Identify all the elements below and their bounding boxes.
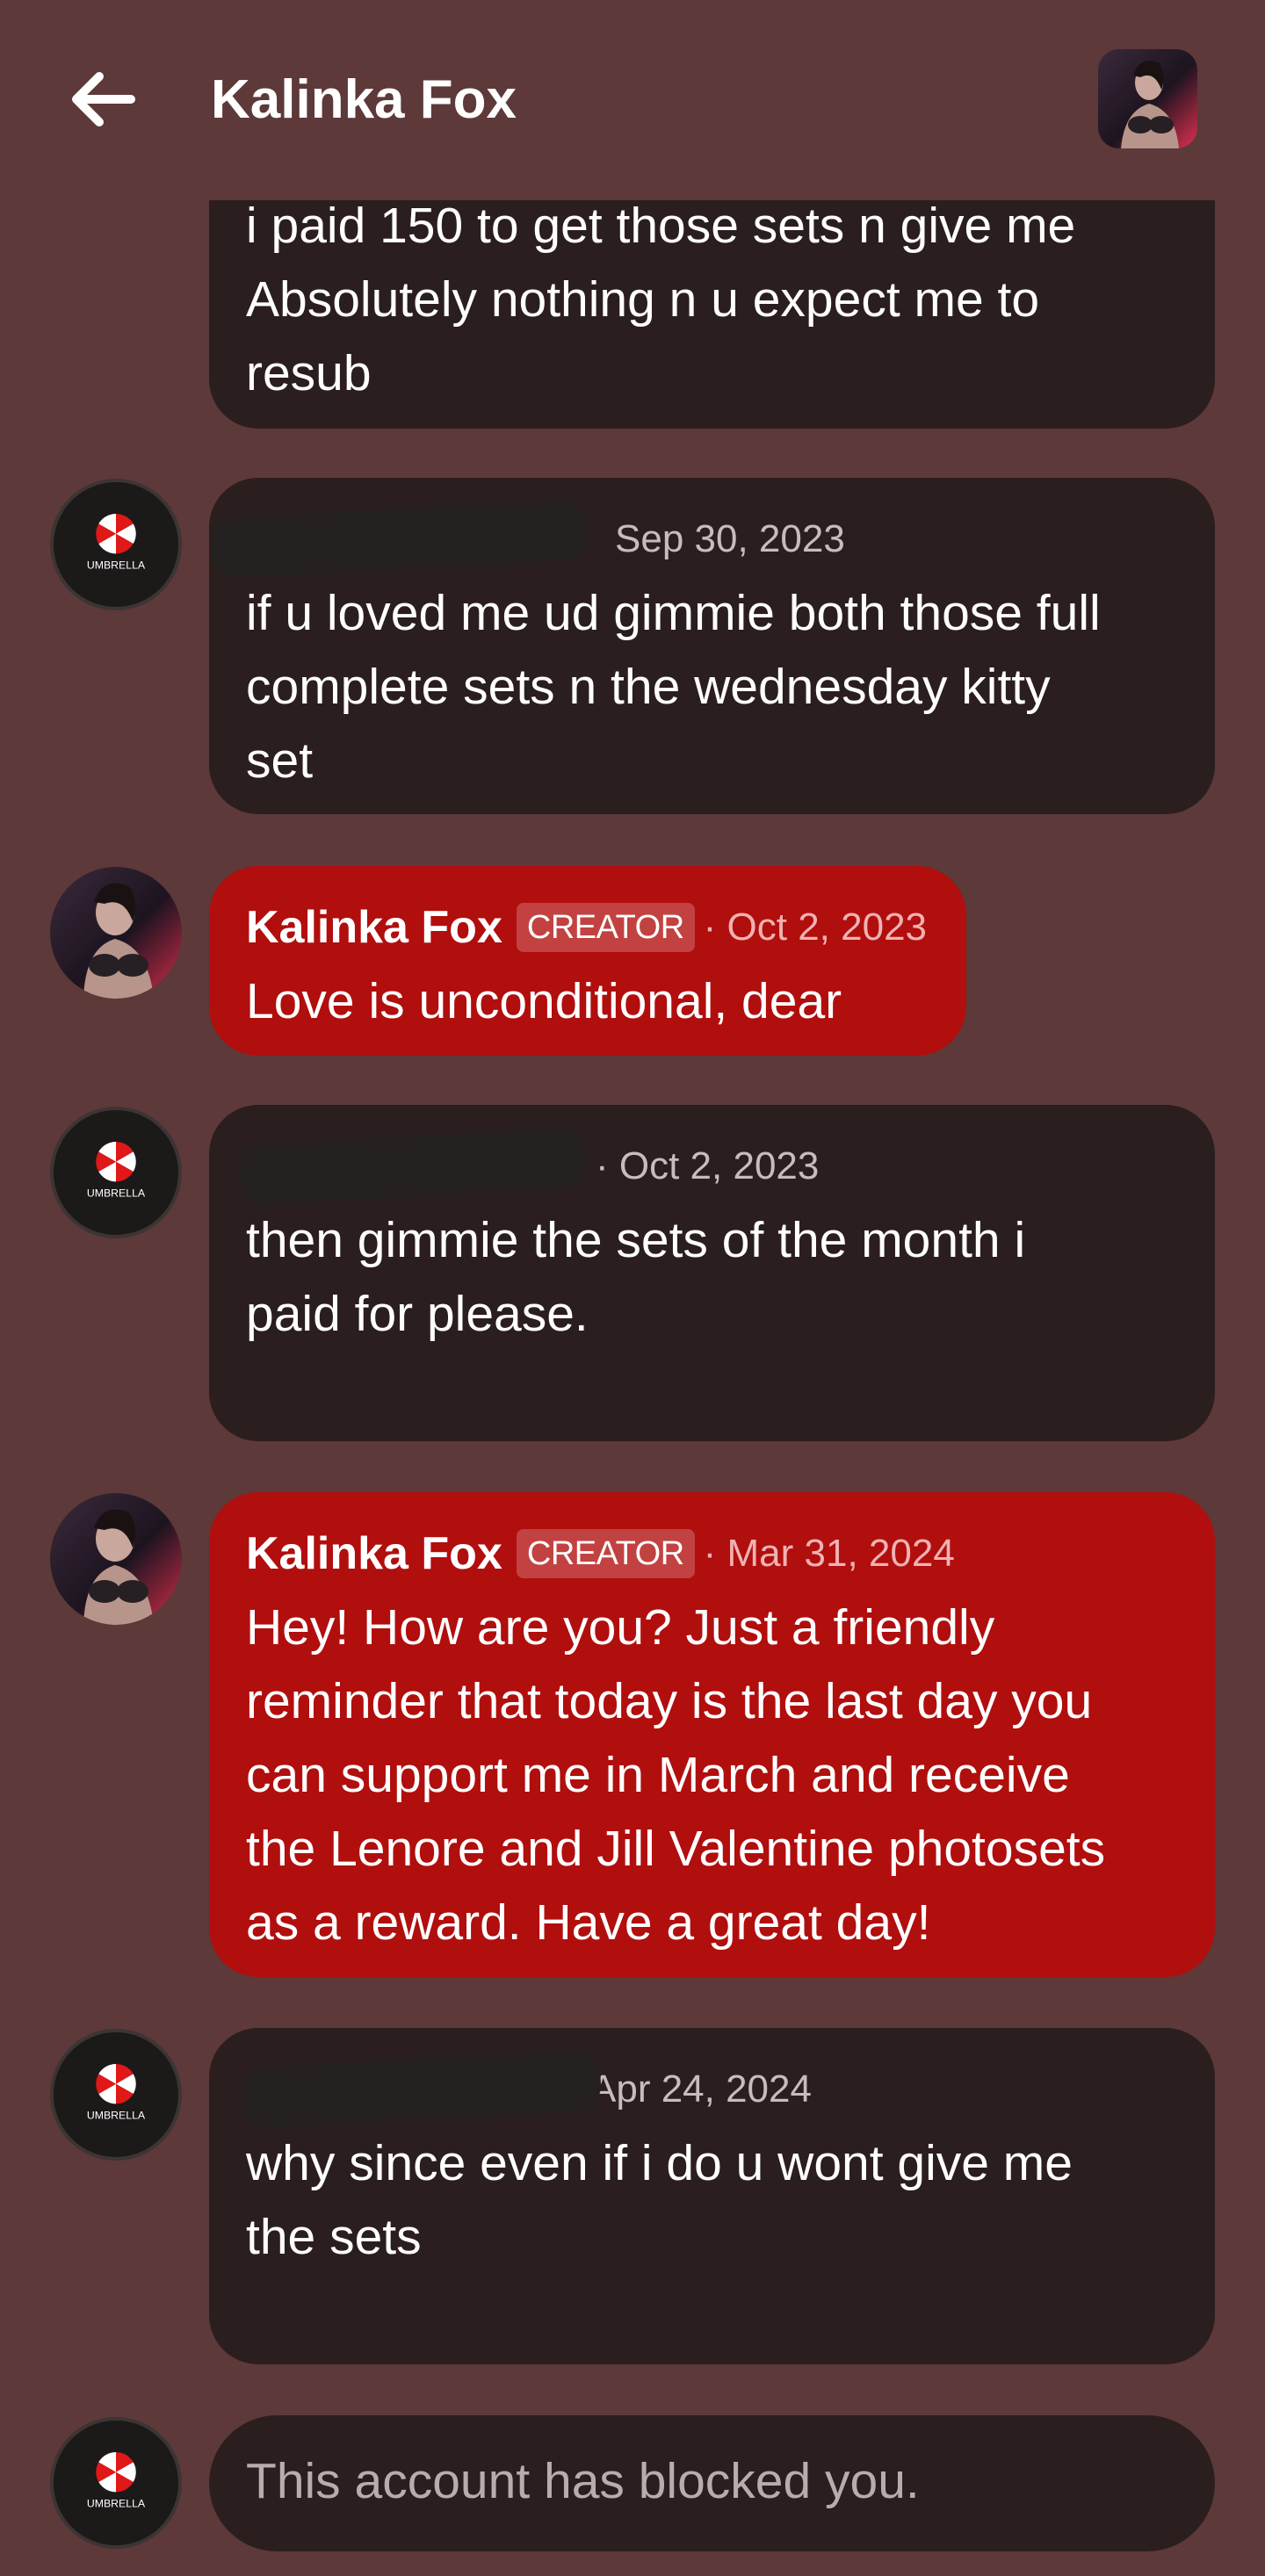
message-date: · Mar 31, 2024 (703, 1532, 955, 1575)
umbrella-logo-icon: UMBRELLA (87, 2063, 146, 2121)
message-meta: Sep 30, 2023 (209, 498, 1178, 581)
chat-header: Kalinka Fox (0, 0, 1265, 200)
sender-name: Kalinka Fox (246, 902, 502, 953)
message-text: Hey! How are you? Just a friendly remind… (246, 1599, 1106, 1951)
creator-badge: CREATOR (516, 903, 695, 952)
umbrella-logo-icon: UMBRELLA (87, 513, 146, 571)
creator-message-bubble: Kalinka Fox CREATOR · Mar 31, 2024 Hey! … (209, 1492, 1215, 1977)
logo-text: UMBRELLA (87, 2497, 146, 2509)
creator-badge: CREATOR (516, 1529, 695, 1578)
message-bubble: Sep 30, 2023 if u loved me ud gimmie bot… (209, 478, 1215, 814)
creator-photo-icon (50, 867, 182, 999)
message-text: Love is unconditional, dear (246, 973, 842, 1029)
redacted-username (235, 1126, 590, 1207)
blocked-composer: This account has blocked you. (209, 2415, 1215, 2551)
page-title[interactable]: Kalinka Fox (211, 69, 517, 132)
creator-photo-icon (50, 1493, 182, 1625)
avatar[interactable]: UMBRELLA (50, 1107, 182, 1238)
redacted-username (209, 498, 590, 581)
message-text: then gimmie the sets of the month i paid… (246, 1212, 1026, 1342)
creator-message-bubble: Kalinka Fox CREATOR · Oct 2, 2023 Love i… (209, 866, 966, 1056)
avatar[interactable]: UMBRELLA (50, 2029, 182, 2161)
message-date: Sep 30, 2023 (615, 517, 845, 560)
arrow-left-icon (72, 72, 135, 126)
umbrella-logo-icon: UMBRELLA (87, 2451, 146, 2509)
profile-avatar[interactable] (1098, 49, 1197, 148)
message-text: why since even if i do u wont give me th… (246, 2135, 1073, 2265)
sender-name: Kalinka Fox (246, 1528, 502, 1579)
message-bubble: Apr 24, 2024 why since even if i do u wo… (209, 2028, 1215, 2364)
message-meta: Apr 24, 2024 (239, 2049, 1178, 2130)
avatar[interactable]: UMBRELLA (50, 2417, 182, 2549)
avatar[interactable]: UMBRELLA (50, 479, 182, 610)
redacted-username (239, 2049, 603, 2130)
logo-text: UMBRELLA (87, 2109, 146, 2121)
message-date: · Oct 2, 2023 (596, 1144, 820, 1187)
logo-text: UMBRELLA (87, 1187, 146, 1199)
message-bubble: · Oct 2, 2023 then gimmie the sets of th… (209, 1105, 1215, 1441)
avatar[interactable] (50, 867, 182, 999)
message-meta: Kalinka Fox CREATOR · Oct 2, 2023 (246, 891, 929, 964)
message-text: i paid 150 to get those sets n give me A… (246, 198, 1076, 401)
message-text: if u loved me ud gimmie both those full … (246, 585, 1101, 789)
avatar[interactable] (50, 1493, 182, 1625)
message-date: · Oct 2, 2023 (703, 906, 928, 949)
chat-screen: i paid 150 to get those sets n give me A… (0, 0, 1265, 2576)
back-button[interactable] (63, 60, 142, 139)
message-meta: · Oct 2, 2023 (235, 1126, 1178, 1207)
message-meta: Kalinka Fox CREATOR · Mar 31, 2024 (246, 1517, 1178, 1591)
message-date: Apr 24, 2024 (590, 2067, 812, 2111)
logo-text: UMBRELLA (87, 559, 146, 571)
umbrella-logo-icon: UMBRELLA (87, 1141, 146, 1199)
creator-photo-icon (1098, 49, 1197, 148)
blocked-notice: This account has blocked you. (246, 2453, 920, 2509)
